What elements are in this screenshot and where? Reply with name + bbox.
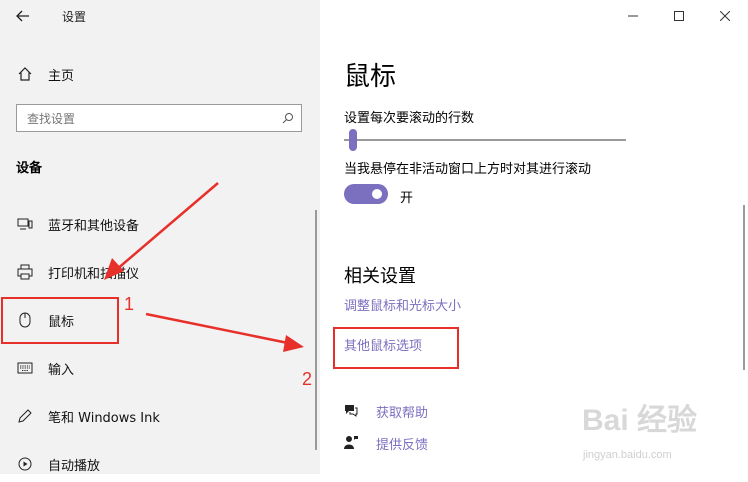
search-input[interactable]	[25, 109, 269, 129]
printer-icon	[16, 263, 34, 281]
slider-track	[344, 139, 626, 141]
inactive-scroll-label: 当我悬停在非活动窗口上方时对其进行滚动	[344, 162, 592, 177]
keyboard-icon	[16, 359, 34, 377]
content-pane: 鼠标 设置每次要滚动的行数 当我悬停在非活动窗口上方时对其进行滚动 开 相关设置…	[320, 0, 748, 474]
slider-thumb[interactable]	[349, 129, 357, 151]
search-icon[interactable]	[281, 111, 295, 125]
search-box[interactable]	[16, 104, 302, 132]
toggle-state-label: 开	[400, 191, 414, 206]
autoplay-icon	[16, 455, 34, 473]
home-icon	[16, 65, 34, 83]
scroll-lines-slider[interactable]	[344, 129, 626, 151]
inactive-scroll-toggle[interactable]	[344, 184, 388, 204]
minimize-button[interactable]	[610, 0, 656, 32]
give-feedback-link[interactable]: 提供反馈	[376, 434, 428, 453]
scroll-lines-label: 设置每次要滚动的行数	[344, 111, 475, 126]
mouse-icon	[16, 311, 34, 329]
sidebar-item-label: 自动播放	[48, 458, 101, 474]
sidebar-item-label: 输入	[48, 362, 75, 378]
bluetooth-devices-icon	[16, 215, 34, 233]
page-title: 鼠标	[344, 62, 397, 92]
sidebar-item-label: 鼠标	[48, 314, 75, 330]
sidebar-item-label: 打印机和扫描仪	[48, 266, 140, 282]
additional-mouse-options-link[interactable]: 其他鼠标选项	[344, 335, 422, 354]
section-title: 设备	[16, 161, 43, 176]
sidebar-item-label: 蓝牙和其他设备	[48, 218, 140, 234]
feedback-icon	[342, 433, 360, 451]
sidebar-item-printers[interactable]: 打印机和扫描仪	[0, 254, 320, 290]
help-chat-icon	[342, 401, 360, 419]
maximize-button[interactable]	[656, 0, 702, 32]
sidebar-item-pen[interactable]: 笔和 Windows Ink	[0, 398, 320, 434]
sidebar-item-mouse[interactable]: 鼠标	[0, 302, 320, 338]
sidebar-item-autoplay[interactable]: 自动播放	[0, 446, 320, 482]
sidebar: 设置 主页 设备 蓝牙和其他设备 打印机和扫描仪 鼠标 输入	[0, 0, 320, 474]
sidebar-item-label: 主页	[48, 68, 75, 84]
get-help-link[interactable]: 获取帮助	[376, 402, 428, 421]
sidebar-item-typing[interactable]: 输入	[0, 350, 320, 386]
related-settings-title: 相关设置	[344, 266, 416, 287]
window-title: 设置	[62, 10, 87, 24]
pen-icon	[16, 407, 34, 425]
sidebar-item-home[interactable]: 主页	[0, 56, 320, 92]
sidebar-item-bluetooth[interactable]: 蓝牙和其他设备	[0, 206, 320, 242]
back-arrow-icon[interactable]	[8, 4, 38, 28]
toggle-knob	[372, 189, 382, 199]
sidebar-scrollbar[interactable]	[315, 210, 317, 450]
content-scrollbar[interactable]	[743, 205, 745, 370]
close-button[interactable]	[702, 0, 748, 32]
adjust-pointer-size-link[interactable]: 调整鼠标和光标大小	[344, 295, 461, 314]
sidebar-item-label: 笔和 Windows Ink	[48, 410, 160, 426]
